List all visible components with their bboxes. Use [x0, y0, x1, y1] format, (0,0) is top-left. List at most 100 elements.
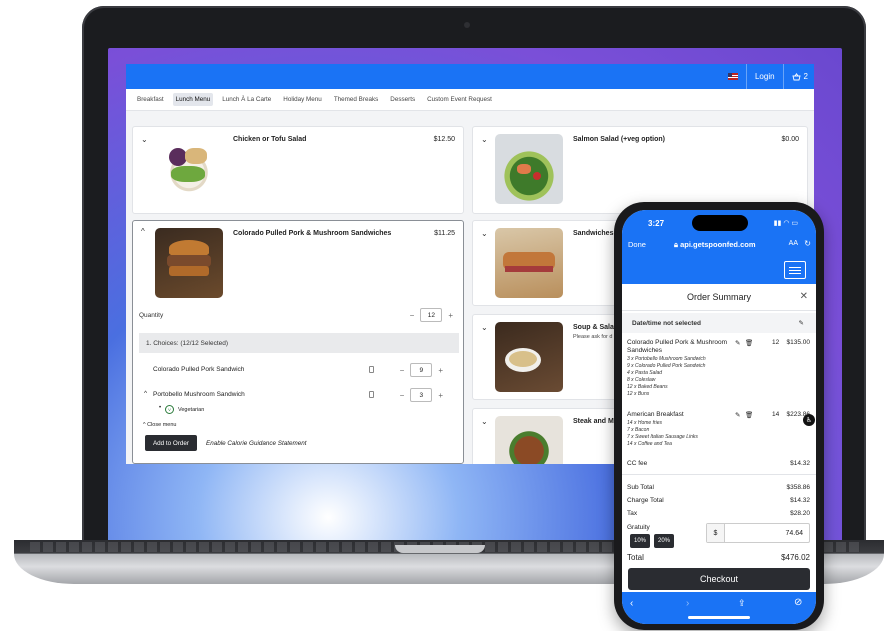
tax-label: Tax — [627, 510, 638, 517]
phone-status-bar: 3:27 ▮▮ ◠ ▭ Done 🔒︎ api.getspoonfed.com … — [622, 210, 816, 258]
plus-icon[interactable]: + — [438, 366, 443, 375]
item-name: Colorado Pulled Pork & Mushroom Sandwich… — [233, 230, 392, 237]
basket-icon — [791, 72, 801, 80]
accessibility-icon[interactable]: ♿︎ — [803, 414, 815, 426]
chevron-up-icon[interactable]: ^ — [141, 227, 145, 236]
chevron-down-icon[interactable]: ⌄ — [481, 229, 488, 238]
order-item-line: 8 x Coleslaw — [627, 377, 656, 383]
tab-lunch-a-la-carte[interactable]: Lunch À La Carte — [219, 93, 274, 106]
document-icon[interactable] — [369, 366, 374, 373]
hamburger-menu-icon[interactable] — [784, 261, 806, 279]
order-item-line: 12 x Baked Beans — [627, 384, 668, 390]
tax-value: $28.20 — [790, 510, 810, 517]
close-menu-link[interactable]: ^ Close menu — [143, 422, 176, 428]
order-item-name: Colorado Pulled Pork & Mushroom Sandwich… — [627, 339, 728, 354]
phone-screen: 3:27 ▮▮ ◠ ▭ Done 🔒︎ api.getspoonfed.com … — [622, 210, 816, 624]
camera-icon — [464, 22, 470, 28]
item-price: $12.50 — [433, 136, 455, 143]
gratuity-input[interactable]: $ 74.64 — [706, 523, 810, 543]
us-flag-icon[interactable] — [727, 73, 738, 80]
vegetarian-icon: V — [165, 405, 174, 414]
close-menu-label: Close menu — [147, 422, 177, 428]
vegetarian-tag: Vegetarian — [178, 407, 205, 413]
calorie-guidance-toggle[interactable]: Enable Calorie Guidance Statement — [206, 440, 306, 447]
status-time: 3:27 — [648, 219, 665, 228]
item-subtitle: Please ask for d — [573, 334, 613, 340]
menu-item-card[interactable]: ⌄ Chicken or Tofu Salad $12.50 — [132, 126, 464, 214]
order-item-line: 9 x Colorado Pulled Pork Sandwich — [627, 363, 706, 369]
header-divider — [782, 64, 784, 89]
bullet: • — [159, 405, 162, 411]
choice-stepper[interactable]: − 9 + — [400, 363, 443, 377]
datetime-label: Date/time not selected — [632, 319, 701, 327]
sandwich-photo — [155, 228, 223, 298]
salad-photo — [155, 134, 223, 204]
gratuity-10-button[interactable]: 10% — [630, 534, 650, 548]
soup-photo — [495, 322, 563, 392]
total-label: Total — [627, 553, 644, 562]
trash-icon[interactable]: 🗑︎ — [745, 411, 753, 419]
plus-icon[interactable]: + — [448, 311, 453, 320]
share-icon[interactable]: ⇪ — [738, 598, 746, 609]
tab-custom-event-request[interactable]: Custom Event Request — [424, 93, 495, 106]
tab-breakfast[interactable]: Breakfast — [134, 93, 167, 106]
reload-icon[interactable]: ↻ — [804, 239, 811, 248]
header-divider — [745, 64, 747, 89]
order-item-line: 4 x Pasta Salad — [627, 370, 663, 376]
document-icon[interactable] — [369, 391, 374, 398]
address-bar[interactable]: 🔒︎ api.getspoonfed.com — [674, 240, 756, 250]
minus-icon[interactable]: − — [400, 366, 405, 375]
datetime-row[interactable]: Date/time not selected ✎ — [622, 313, 816, 333]
gratuity-20-button[interactable]: 20% — [654, 534, 674, 548]
login-link[interactable]: Login — [755, 72, 775, 81]
menu-item-card[interactable]: ⌄ Salmon Salad (+veg option) $0.00 — [472, 126, 808, 214]
chevron-down-icon[interactable]: ⌄ — [481, 323, 488, 332]
chevron-down-icon[interactable]: ⌄ — [481, 135, 488, 144]
checkout-button[interactable]: Checkout — [628, 568, 810, 590]
choice-stepper[interactable]: − 3 + — [400, 388, 443, 402]
chevron-down-icon[interactable]: ⌄ — [481, 417, 488, 426]
reader-mode-button[interactable]: AA — [789, 240, 798, 247]
order-item-line: 7 x Sweet Italian Sausage Links — [627, 434, 698, 440]
tab-desserts[interactable]: Desserts — [387, 93, 418, 106]
product-mockup: Login 2 Breakfast Lunch Menu Lunch À La … — [0, 0, 884, 631]
chevron-up-icon[interactable]: ^ — [144, 390, 147, 397]
choice-qty-input[interactable]: 3 — [410, 388, 433, 402]
edit-icon[interactable]: ✎ — [799, 319, 804, 327]
gratuity-value[interactable]: 74.64 — [725, 524, 809, 542]
add-to-order-button[interactable]: Add to Order — [145, 435, 197, 451]
quantity-stepper[interactable]: − 12 + — [410, 308, 453, 322]
back-icon[interactable]: ‹ — [630, 598, 633, 609]
choices-header[interactable]: 1. Choices: (12/12 Selected) — [139, 333, 459, 353]
compass-icon[interactable]: ⊘ — [794, 597, 802, 608]
laptop-notch — [395, 545, 485, 553]
chevron-down-icon[interactable]: ⌄ — [141, 135, 148, 144]
order-item-qty: 14 — [772, 411, 780, 418]
minus-icon[interactable]: − — [410, 311, 415, 320]
quantity-input[interactable]: 12 — [420, 308, 443, 322]
order-item-line: 14 x Coffee and Tea — [627, 441, 672, 447]
choice-name: Colorado Pulled Pork Sandwich — [153, 366, 245, 373]
tab-themed-breaks[interactable]: Themed Breaks — [331, 93, 381, 106]
edit-icon[interactable]: ✎ — [735, 339, 740, 347]
tab-holiday-menu[interactable]: Holiday Menu — [280, 93, 325, 106]
cart-button[interactable]: 2 — [791, 72, 808, 81]
item-price: $11.25 — [434, 230, 455, 237]
dynamic-island — [692, 215, 748, 231]
tab-lunch-menu[interactable]: Lunch Menu — [172, 93, 214, 106]
item-name: Chicken or Tofu Salad — [233, 136, 307, 143]
trash-icon[interactable]: 🗑︎ — [745, 339, 753, 347]
minus-icon[interactable]: − — [400, 391, 405, 400]
close-icon[interactable]: ✕ — [800, 291, 808, 302]
forward-icon[interactable]: › — [686, 598, 689, 609]
order-item-name: American Breakfast — [627, 411, 684, 418]
choice-qty-input[interactable]: 9 — [410, 363, 433, 377]
cart-count: 2 — [803, 72, 808, 81]
cc-fee-label: CC fee — [627, 460, 648, 467]
salmon-salad-photo — [495, 134, 563, 204]
sandwiches-photo — [495, 228, 563, 298]
plus-icon[interactable]: + — [438, 391, 443, 400]
done-button[interactable]: Done — [628, 240, 646, 249]
edit-icon[interactable]: ✎ — [735, 411, 740, 419]
quantity-label: Quantity — [139, 312, 164, 319]
